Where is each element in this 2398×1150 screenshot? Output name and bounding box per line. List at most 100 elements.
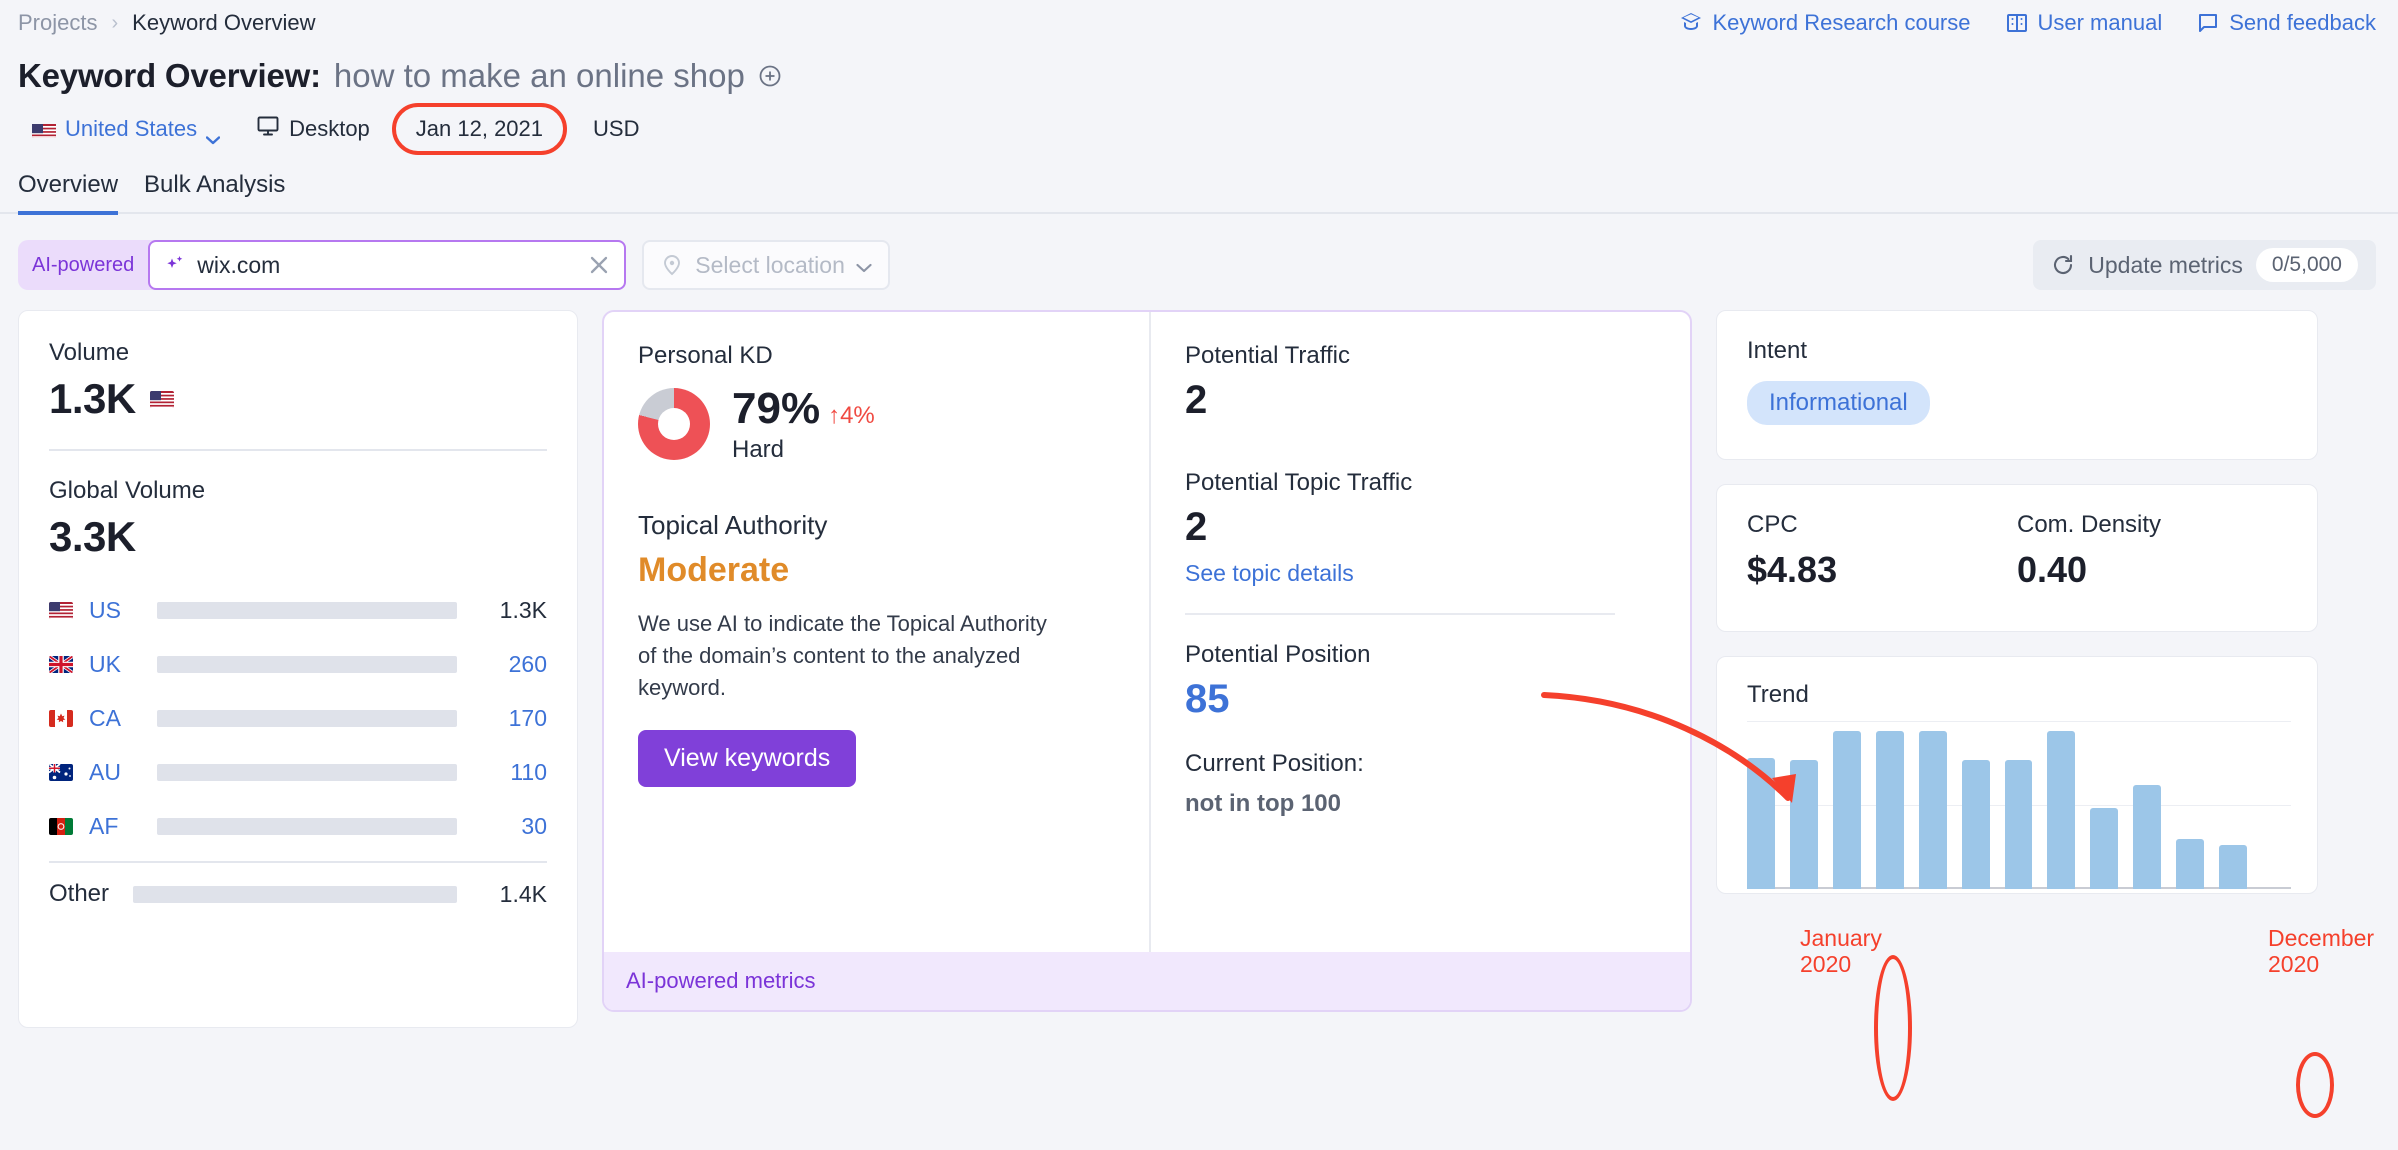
- cpc-label: CPC: [1747, 511, 1798, 538]
- trend-card: Trend: [1716, 656, 2318, 894]
- flag-uk-icon: [49, 655, 73, 673]
- trend-bar[interactable]: [2176, 838, 2205, 889]
- chevron-down-icon: [205, 125, 221, 144]
- country-value: 260: [508, 650, 547, 677]
- refresh-icon: [2051, 253, 2075, 277]
- see-topic-details-link[interactable]: See topic details: [1185, 560, 1354, 587]
- search-row: AI-powered wix.com Select location Updat…: [0, 214, 2398, 292]
- potential-topic-traffic-label: Potential Topic Traffic: [1185, 469, 1413, 496]
- density-value: 0.40: [2017, 549, 2088, 590]
- country-value: 1.3K: [499, 596, 547, 623]
- volume-label: Volume: [49, 339, 130, 366]
- country-code[interactable]: UK: [89, 651, 141, 678]
- current-position-label: Current Position:: [1185, 750, 1364, 777]
- country-selector[interactable]: United States: [14, 116, 238, 144]
- update-quota-badge: 0/5,000: [2255, 248, 2358, 282]
- tab-overview[interactable]: Overview: [18, 171, 119, 215]
- country-code[interactable]: AU: [89, 759, 141, 786]
- link-user-manual[interactable]: User manual: [2005, 10, 2163, 36]
- update-metrics-button[interactable]: Update metrics 0/5,000: [2033, 240, 2376, 290]
- country-code[interactable]: US: [89, 597, 141, 624]
- link-label: Keyword Research course: [1712, 10, 1971, 35]
- flag-us-icon: [32, 121, 56, 138]
- trend-bar[interactable]: [1918, 731, 1947, 889]
- link-send-feedback[interactable]: Send feedback: [2196, 10, 2376, 36]
- trend-bar[interactable]: [2090, 808, 2119, 889]
- breadcrumb-current: Keyword Overview: [132, 10, 316, 35]
- top-links: Keyword Research course User manual Send…: [1679, 10, 2376, 36]
- kd-delta: ↑4%: [828, 402, 875, 429]
- close-icon[interactable]: [588, 254, 610, 276]
- location-placeholder: Select location: [695, 251, 845, 278]
- location-selector[interactable]: Select location: [642, 240, 890, 290]
- breadcrumb: Projects › Keyword Overview: [18, 10, 316, 36]
- potential-traffic-label: Potential Traffic: [1185, 342, 1350, 369]
- flag-af-icon: [49, 817, 73, 835]
- country-label: United States: [65, 116, 198, 141]
- global-volume-value: 3.3K: [49, 513, 136, 560]
- volume-card: Volume 1.3K Global Volume 3.3K US 1.3K UK 2…: [18, 310, 578, 1028]
- trend-bar[interactable]: [2004, 759, 2033, 889]
- global-volume-label: Global Volume: [49, 477, 206, 504]
- country-row: US 1.3K: [49, 583, 547, 637]
- domain-input[interactable]: wix.com: [197, 252, 577, 279]
- link-keyword-research-course[interactable]: Keyword Research course: [1679, 10, 1971, 36]
- ai-search-wrapper: AI-powered wix.com: [18, 240, 627, 290]
- kd-level: Hard: [732, 436, 785, 463]
- trend-chart: [1747, 721, 2291, 889]
- map-pin-icon: [660, 253, 684, 277]
- potential-topic-traffic-value: 2: [1185, 505, 1208, 549]
- country-value: 110: [510, 758, 547, 785]
- graduation-cap-icon: [1679, 11, 1703, 35]
- device-selector[interactable]: Desktop: [238, 115, 388, 143]
- link-label: User manual: [2037, 10, 2163, 35]
- current-position-value: not in top 100: [1185, 790, 1341, 817]
- country-bar-track: [157, 709, 457, 727]
- country-row: AF 30: [49, 799, 547, 853]
- potential-position-block: Potential Position 85 Current Position: …: [1185, 641, 1656, 818]
- page-title: Keyword Overview:: [18, 57, 321, 94]
- cpc-value: $4.83: [1747, 549, 1838, 590]
- country-value: 170: [508, 704, 547, 731]
- trend-bar[interactable]: [1832, 731, 1861, 889]
- tab-bar: Overview Bulk Analysis: [0, 160, 2398, 215]
- divider: [49, 449, 547, 451]
- trend-bar[interactable]: [1961, 759, 1990, 889]
- personal-kd-label: Personal KD: [638, 342, 773, 369]
- annotation-ellipse-last-bar: [2296, 1052, 2334, 1118]
- country-volume-list: US 1.3K UK 260 CA 170 AU 110 AF 30: [49, 583, 547, 853]
- plus-circle-icon[interactable]: [758, 64, 782, 88]
- trend-bar[interactable]: [2133, 784, 2162, 889]
- trend-bar[interactable]: [1747, 757, 1775, 889]
- country-code[interactable]: AF: [89, 813, 141, 840]
- page-title-row: Keyword Overview: how to make an online …: [0, 46, 2398, 98]
- date-selector[interactable]: Jan 12, 2021: [391, 103, 568, 155]
- book-icon: [2005, 11, 2029, 35]
- potential-position-value: 85: [1185, 677, 1230, 721]
- ai-powered-metrics-footer: AI-powered metrics: [604, 952, 1690, 1010]
- view-keywords-button[interactable]: View keywords: [638, 729, 857, 787]
- kd-value-row: 79% ↑4%: [732, 384, 875, 434]
- main-content: Volume 1.3K Global Volume 3.3K US 1.3K UK 2…: [0, 292, 2398, 1028]
- potential-position-label: Potential Position: [1185, 641, 1371, 668]
- domain-input-wrapper[interactable]: wix.com: [148, 240, 627, 290]
- country-code[interactable]: CA: [89, 705, 141, 732]
- country-bar-track: [157, 763, 457, 781]
- breadcrumb-projects[interactable]: Projects: [18, 10, 97, 36]
- country-row: CA 170: [49, 691, 547, 745]
- page-title-keyword: how to make an online shop: [333, 57, 745, 94]
- topical-authority-value: Moderate: [638, 551, 790, 589]
- trend-bar[interactable]: [1875, 731, 1904, 889]
- trend-bar[interactable]: [2047, 731, 2076, 889]
- trend-bar[interactable]: [1789, 759, 1818, 889]
- volume-value: 1.3K: [49, 375, 136, 422]
- meta-row: United States Desktop Jan 12, 2021 USD: [0, 98, 2398, 160]
- flag-au-icon: [49, 763, 73, 781]
- right-column: Intent Informational CPC $4.83 Com. Dens…: [1716, 310, 2318, 894]
- divider: [1185, 613, 1615, 615]
- cpc-column: CPC $4.83: [1747, 511, 2017, 605]
- chevron-down-icon: [856, 260, 872, 273]
- tab-bulk-analysis[interactable]: Bulk Analysis: [144, 171, 285, 215]
- country-bar-track: [157, 601, 457, 619]
- trend-bar[interactable]: [2219, 845, 2248, 889]
